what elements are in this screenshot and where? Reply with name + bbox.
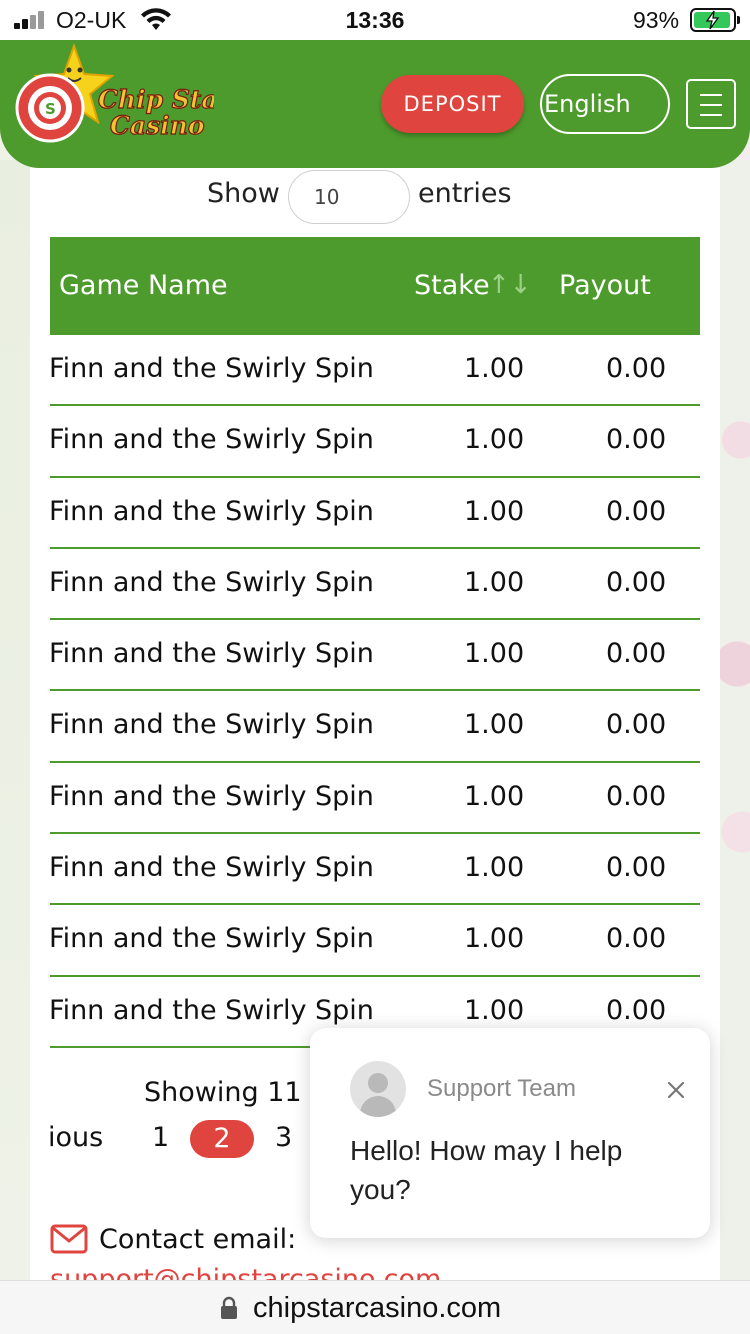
cell-game-name: Finn and the Swirly Spin — [49, 709, 374, 741]
svg-text:S: S — [45, 100, 56, 118]
table-row: Finn and the Swirly Spin 1.00 0.00 — [49, 905, 700, 977]
battery-percent: 93% — [633, 7, 680, 33]
mail-icon — [50, 1224, 88, 1254]
pagination-previous[interactable]: ious — [48, 1122, 103, 1153]
support-chat-popup[interactable]: Support Team Hello! How may I help you? — [310, 1028, 710, 1238]
deposit-button[interactable]: DEPOSIT — [381, 75, 524, 133]
cell-payout: 0.00 — [606, 353, 667, 384]
cell-payout: 0.00 — [606, 424, 667, 456]
column-header-stake[interactable]: Stake — [414, 270, 490, 301]
cell-game-name: Finn and the Swirly Spin — [49, 353, 374, 384]
cell-payout: 0.00 — [606, 709, 667, 741]
page-background-blossom — [718, 160, 750, 1280]
table-row: Finn and the Swirly Spin 1.00 0.00 — [49, 763, 700, 835]
cell-stake: 1.00 — [464, 638, 525, 670]
cell-game-name: Finn and the Swirly Spin — [49, 780, 374, 812]
cell-game-name: Finn and the Swirly Spin — [49, 923, 374, 955]
svg-text:Casino: Casino — [110, 111, 205, 140]
cell-payout: 0.00 — [606, 923, 667, 955]
cell-stake: 1.00 — [464, 424, 525, 456]
cell-payout: 0.00 — [606, 852, 667, 884]
cell-stake: 1.00 — [464, 353, 525, 384]
cell-stake: 1.00 — [464, 923, 525, 955]
cell-payout: 0.00 — [606, 994, 667, 1026]
cell-stake: 1.00 — [464, 709, 525, 741]
cell-game-name: Finn and the Swirly Spin — [49, 852, 374, 884]
table-header: Game Name Stake ↑↓ Payout — [50, 237, 700, 335]
cell-game-name: Finn and the Swirly Spin — [49, 638, 374, 670]
table-body: Finn and the Swirly Spin 1.00 0.00 Finn … — [49, 335, 700, 1048]
chat-agent-name: Support Team — [427, 1075, 576, 1102]
status-bar: O2-UK 13:36 93% — [0, 0, 750, 40]
lock-icon — [221, 1296, 237, 1319]
agent-avatar — [350, 1061, 406, 1117]
cell-stake: 1.00 — [464, 852, 525, 884]
pagination-page-current[interactable]: 2 — [190, 1120, 254, 1158]
pagination-page[interactable]: 1 — [152, 1122, 169, 1153]
contact-email-label: Contact email: — [99, 1224, 297, 1255]
cell-game-name: Finn and the Swirly Spin — [49, 424, 374, 456]
hamburger-menu-icon[interactable] — [686, 79, 736, 129]
table-row: Finn and the Swirly Spin 1.00 0.00 — [49, 834, 700, 906]
cell-stake: 1.00 — [464, 780, 525, 812]
cell-payout: 0.00 — [606, 780, 667, 812]
cell-game-name: Finn and the Swirly Spin — [49, 566, 374, 598]
cell-stake: 1.00 — [464, 495, 525, 527]
table-row: Finn and the Swirly Spin 1.00 0.00 — [49, 478, 700, 549]
column-header-payout[interactable]: Payout — [559, 270, 651, 301]
entries-select[interactable]: 10 — [288, 170, 410, 224]
cell-stake: 1.00 — [464, 994, 525, 1026]
table-row: Finn and the Swirly Spin 1.00 0.00 — [49, 549, 700, 621]
show-label: Show — [207, 178, 280, 209]
column-header-game-name[interactable]: Game Name — [59, 270, 228, 301]
table-info: Showing 11 — [144, 1077, 302, 1108]
pagination-page[interactable]: 3 — [275, 1122, 292, 1153]
table-row: Finn and the Swirly Spin 1.00 0.00 — [49, 691, 700, 763]
entries-label: entries — [418, 178, 512, 209]
cell-game-name: Finn and the Swirly Spin — [49, 994, 374, 1026]
chip-star-casino-logo[interactable]: S Chip Star Casino — [14, 40, 233, 150]
close-icon[interactable] — [662, 1076, 690, 1104]
table-row: Finn and the Swirly Spin 1.00 0.00 — [49, 406, 700, 478]
language-selector[interactable]: English — [540, 74, 670, 134]
url-text: chipstarcasino.com — [253, 1292, 502, 1324]
chat-message: Hello! How may I help you? — [350, 1135, 623, 1205]
cell-payout: 0.00 — [606, 638, 667, 670]
cell-stake: 1.00 — [464, 566, 525, 598]
browser-address-bar[interactable]: chipstarcasino.com — [0, 1280, 750, 1334]
cell-game-name: Finn and the Swirly Spin — [49, 495, 374, 527]
cell-payout: 0.00 — [606, 566, 667, 598]
battery-icon — [690, 8, 740, 32]
page-background-left — [0, 160, 30, 1280]
svg-text:Chip Star: Chip Star — [98, 85, 214, 114]
cell-payout: 0.00 — [606, 495, 667, 527]
table-row: Finn and the Swirly Spin 1.00 0.00 — [49, 620, 700, 692]
sort-icon[interactable]: ↑↓ — [488, 270, 532, 300]
table-row: Finn and the Swirly Spin 1.00 0.00 — [49, 335, 700, 407]
site-header: S Chip Star Casino DEPOSIT English — [0, 40, 750, 168]
